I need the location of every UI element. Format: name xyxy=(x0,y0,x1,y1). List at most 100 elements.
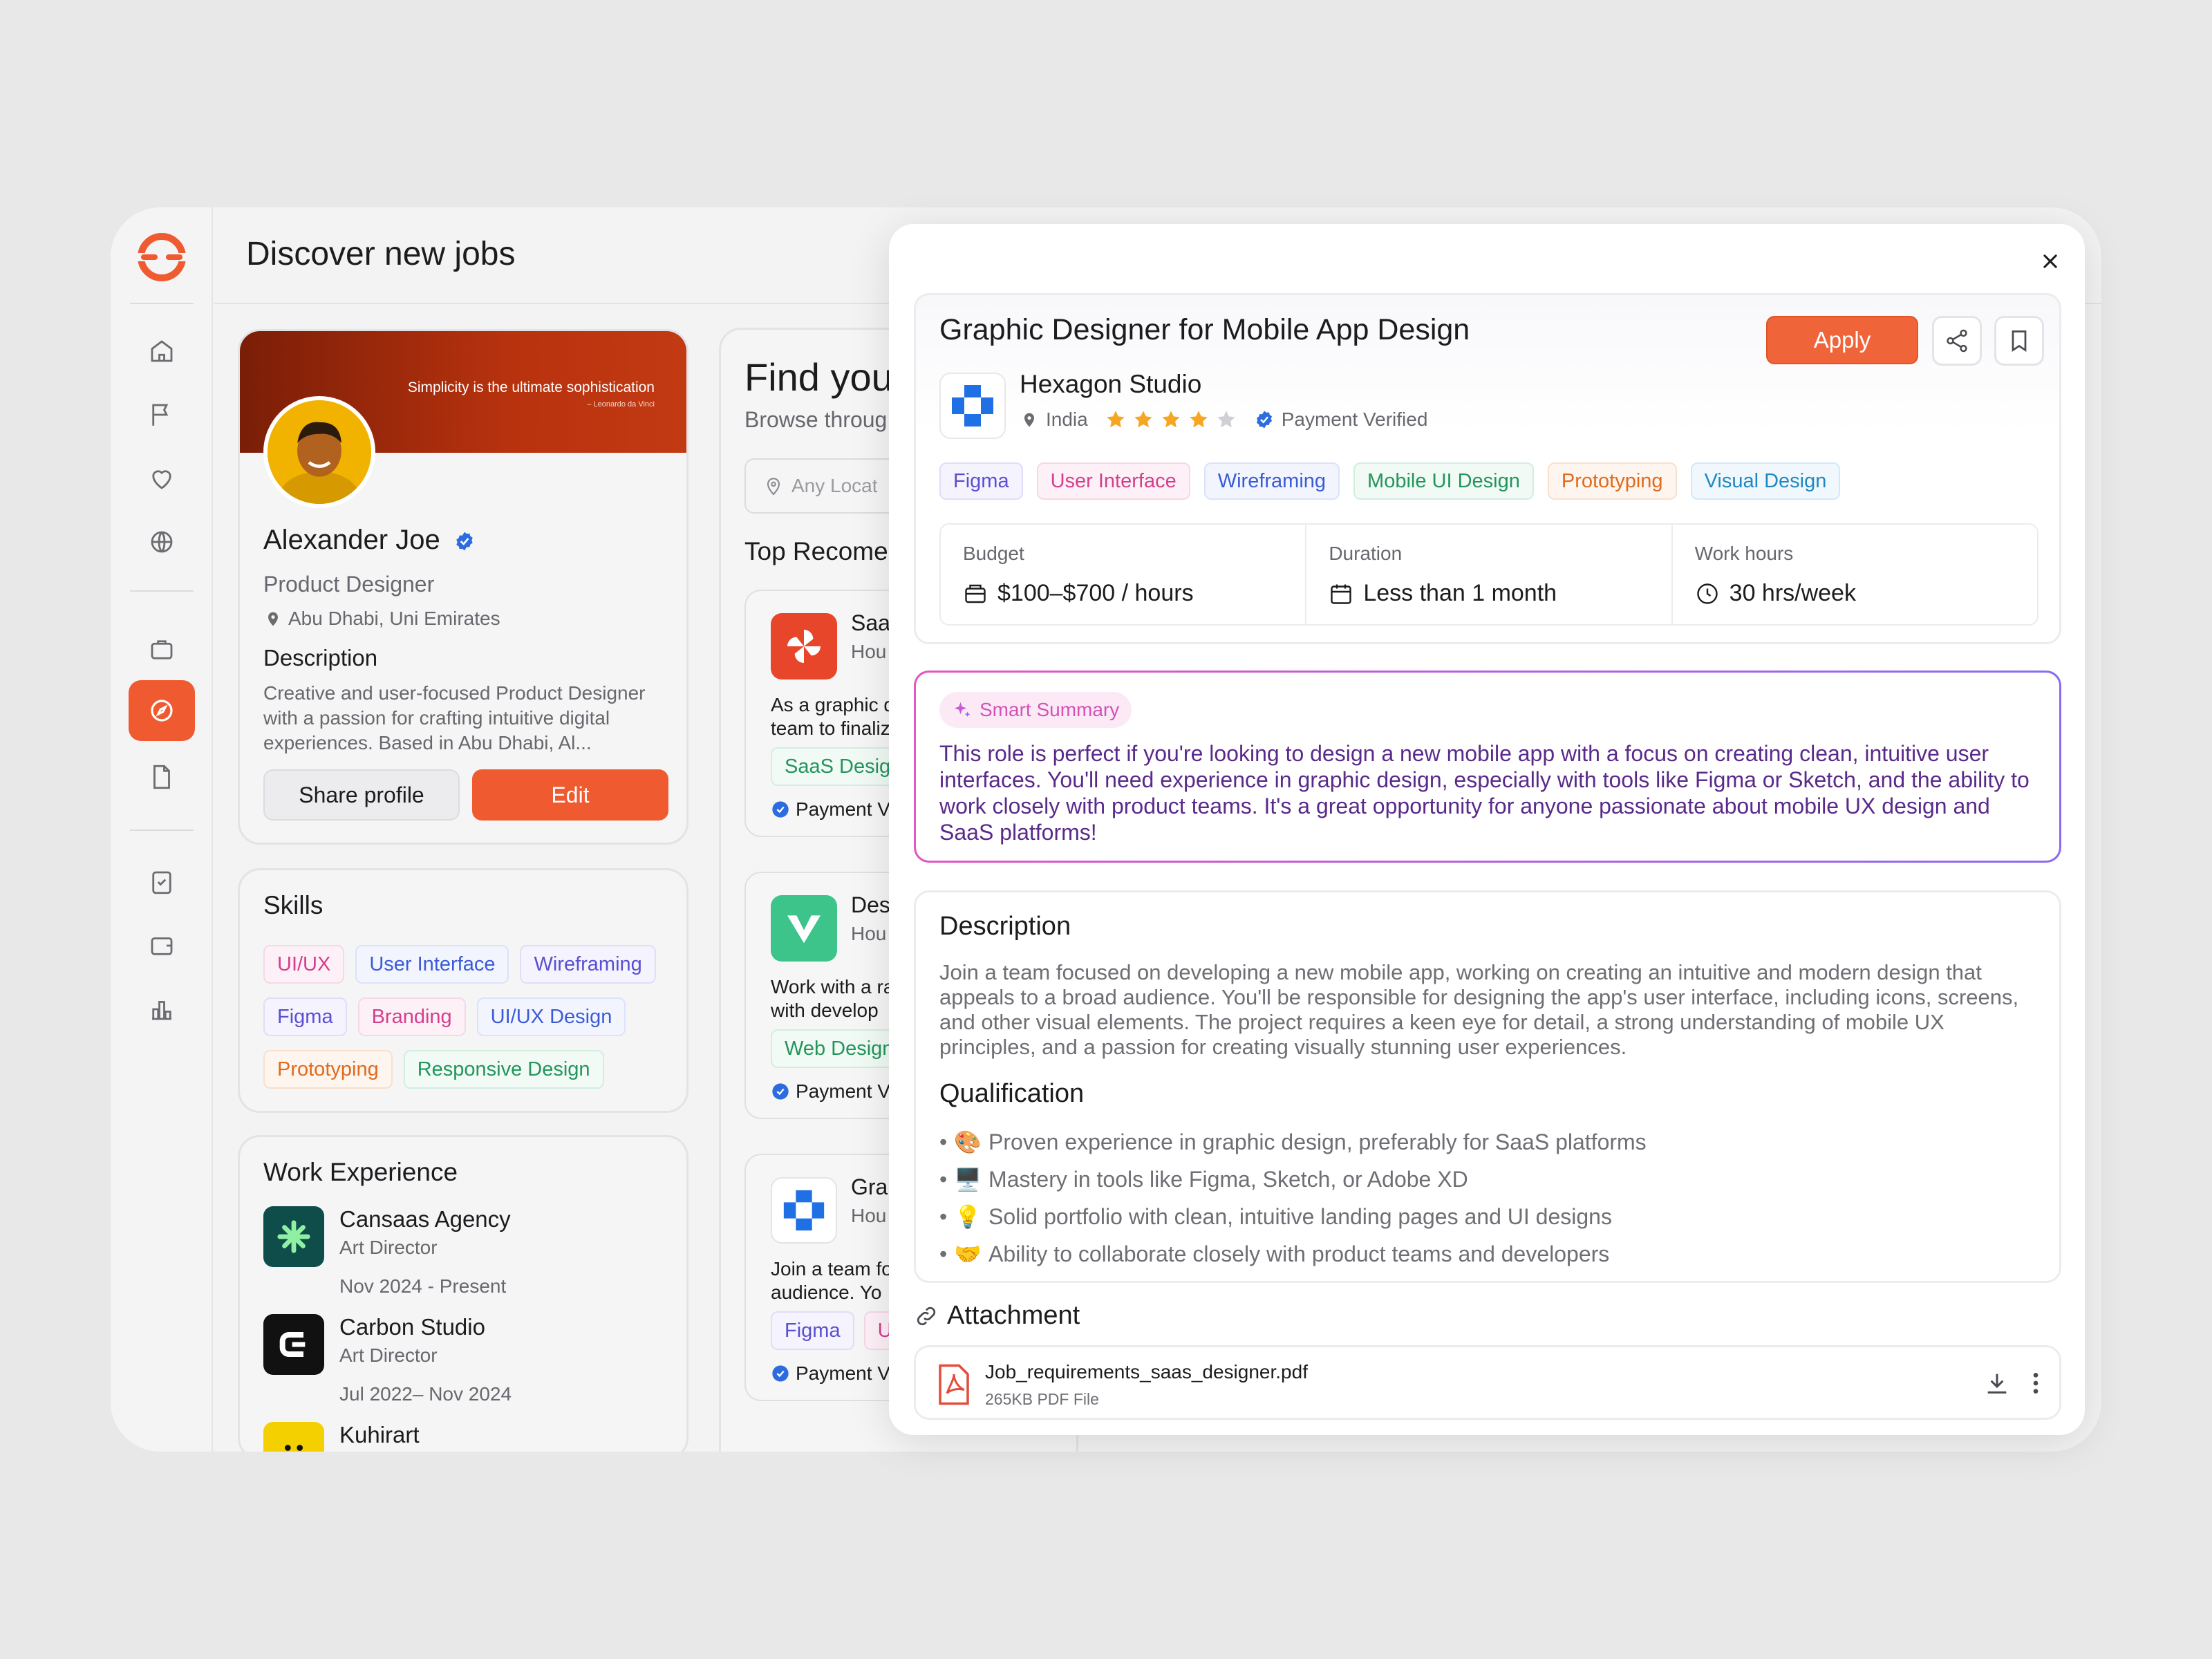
job-tag[interactable]: Visual Design xyxy=(1690,462,1841,500)
job-card-excerpt: Work with a ra with develop xyxy=(771,975,894,1022)
experience-item[interactable]: Cansaas Agency Art Director Nov 2024 - P… xyxy=(263,1206,511,1297)
job-card-excerpt: As a graphic d team to finaliz xyxy=(771,693,894,740)
work-experience-card: Work Experience Cansaas Agency Art Direc… xyxy=(238,1135,688,1452)
job-tag[interactable]: User Interface xyxy=(1036,462,1190,500)
heart-icon xyxy=(152,470,171,489)
share-button[interactable] xyxy=(1932,316,1982,366)
v-logo-icon xyxy=(771,895,837,962)
qualification-text: Proven experience in graphic design, pre… xyxy=(988,1129,1647,1154)
brand-logo[interactable] xyxy=(134,229,189,285)
nav-globe[interactable] xyxy=(129,512,195,572)
skill-tag[interactable]: Figma xyxy=(263,997,347,1036)
attachment-file[interactable]: Job_requirements_saas_designer.pdf 265KB… xyxy=(914,1345,2061,1420)
download-button[interactable] xyxy=(1983,1369,2011,1400)
hexagon-logo-icon xyxy=(771,1177,837,1244)
carbon-logo-icon xyxy=(263,1314,324,1375)
nav-wallet[interactable] xyxy=(129,915,195,976)
skill-tag[interactable]: Wireframing xyxy=(520,945,656,984)
page-title: Discover new jobs xyxy=(246,236,516,272)
wallet-icon xyxy=(965,584,986,603)
attachment-heading: Attachment xyxy=(914,1301,1080,1331)
excerpt-line: team to finaliz xyxy=(771,718,890,739)
pdf-file-icon xyxy=(939,1364,969,1405)
nav-jobs[interactable] xyxy=(129,619,195,680)
sparkle-icon xyxy=(954,702,971,717)
company-country: India xyxy=(1046,409,1088,430)
skill-tag[interactable]: Branding xyxy=(357,997,466,1036)
work-hours-value-text: 30 hrs/week xyxy=(1729,580,1856,606)
globe-icon xyxy=(151,531,173,553)
skill-tag[interactable]: Prototyping xyxy=(263,1050,393,1089)
work-hours-label: Work hours xyxy=(1694,543,1794,564)
share-profile-button[interactable]: Share profile xyxy=(263,769,460,821)
job-card-tag: Web Design xyxy=(771,1029,908,1068)
more-options-button[interactable] xyxy=(2029,1369,2043,1400)
job-card-title: Saa xyxy=(851,610,890,635)
bookmark-icon xyxy=(2012,330,2027,353)
close-button[interactable] xyxy=(2036,247,2064,275)
skill-tag[interactable]: Responsive Design xyxy=(403,1050,604,1089)
find-jobs-title: Find you xyxy=(744,355,893,399)
banner-quote: Simplicity is the ultimate sophisticatio… xyxy=(408,379,655,409)
job-tag[interactable]: Wireframing xyxy=(1203,462,1340,500)
qualification-emoji: 🖥️ xyxy=(954,1167,982,1192)
qualification-item: • 💡 Solid portfolio with clean, intuitive… xyxy=(939,1203,1612,1230)
nav-discover[interactable] xyxy=(129,680,195,741)
experience-dates: Jul 2022– Nov 2024 xyxy=(339,1383,512,1405)
nav-flag[interactable] xyxy=(129,384,195,445)
description-heading: Description xyxy=(939,912,1071,941)
payment-verified-text: Payment V xyxy=(796,1080,890,1102)
more-vertical-icon xyxy=(2033,1373,2038,1394)
nav-analytics[interactable] xyxy=(129,979,195,1040)
experience-role: Art Director xyxy=(339,1237,438,1258)
file-name: Job_requirements_saas_designer.pdf xyxy=(985,1361,1308,1382)
edit-profile-button[interactable]: Edit xyxy=(472,769,668,821)
experience-company: Kuhirart xyxy=(339,1422,420,1447)
job-tag[interactable]: Figma xyxy=(939,462,1023,500)
profile-description-heading: Description xyxy=(263,645,378,671)
apply-button[interactable]: Apply xyxy=(1766,316,1918,364)
home-icon xyxy=(151,340,173,362)
bookmark-button[interactable] xyxy=(1994,316,2044,366)
nav-home[interactable] xyxy=(129,321,195,382)
skill-tag[interactable]: UI/UX xyxy=(263,945,345,984)
nav-tasks[interactable] xyxy=(129,852,195,912)
skill-tag[interactable]: User Interface xyxy=(355,945,509,984)
quote-author: – Leonardo da Vinci xyxy=(587,400,655,409)
payment-verified-text: Payment V xyxy=(796,1362,890,1384)
company-meta: India Payment Verified xyxy=(1020,409,1427,431)
job-card-meta: Hou xyxy=(851,1205,887,1226)
qualification-heading: Qualification xyxy=(939,1079,1085,1108)
nav-documents[interactable] xyxy=(129,747,195,807)
smile-icon xyxy=(285,1445,303,1451)
asterisk-icon xyxy=(277,1220,310,1253)
experience-item[interactable]: Kuhirart xyxy=(263,1422,420,1452)
avatar[interactable] xyxy=(263,396,375,508)
job-detail-modal: Graphic Designer for Mobile App Design A… xyxy=(889,224,2085,1435)
job-skill-tags: Figma User Interface Wireframing Mobile … xyxy=(939,462,1841,500)
star-filled-icon xyxy=(1107,411,1125,428)
job-card-excerpt: Join a team fo audience. Yo xyxy=(771,1257,892,1304)
experience-role: Art Director xyxy=(339,1344,438,1366)
nav-favorites[interactable] xyxy=(129,448,195,509)
skills-tags: UI/UX User Interface Wireframing Figma B… xyxy=(263,945,678,1089)
v-letter-icon xyxy=(787,915,821,944)
budget-value-text: $100–$700 / hours xyxy=(997,580,1194,606)
skill-tag[interactable]: UI/UX Design xyxy=(476,997,626,1036)
cansaas-logo-icon xyxy=(263,1206,324,1267)
job-card-title: Des xyxy=(851,892,890,917)
briefcase-icon xyxy=(151,640,173,659)
sidebar-divider xyxy=(130,590,194,592)
budget-value: $100–$700 / hours xyxy=(963,580,1283,607)
document-icon xyxy=(153,765,170,789)
experience-item[interactable]: Carbon Studio Art Director Jul 2022– Nov… xyxy=(263,1314,512,1405)
close-icon xyxy=(2043,254,2057,268)
qualification-text: Mastery in tools like Figma, Sketch, or … xyxy=(988,1166,1468,1192)
job-tag[interactable]: Prototyping xyxy=(1547,462,1677,500)
hexagon-studio-icon xyxy=(783,1190,825,1231)
verified-badge-icon xyxy=(456,532,473,551)
hexagon-studio-icon xyxy=(952,385,993,427)
qualification-emoji: 💡 xyxy=(954,1204,982,1229)
job-tag[interactable]: Mobile UI Design xyxy=(1353,462,1534,500)
qualification-list: • 🎨 Proven experience in graphic design, … xyxy=(939,1123,1647,1273)
